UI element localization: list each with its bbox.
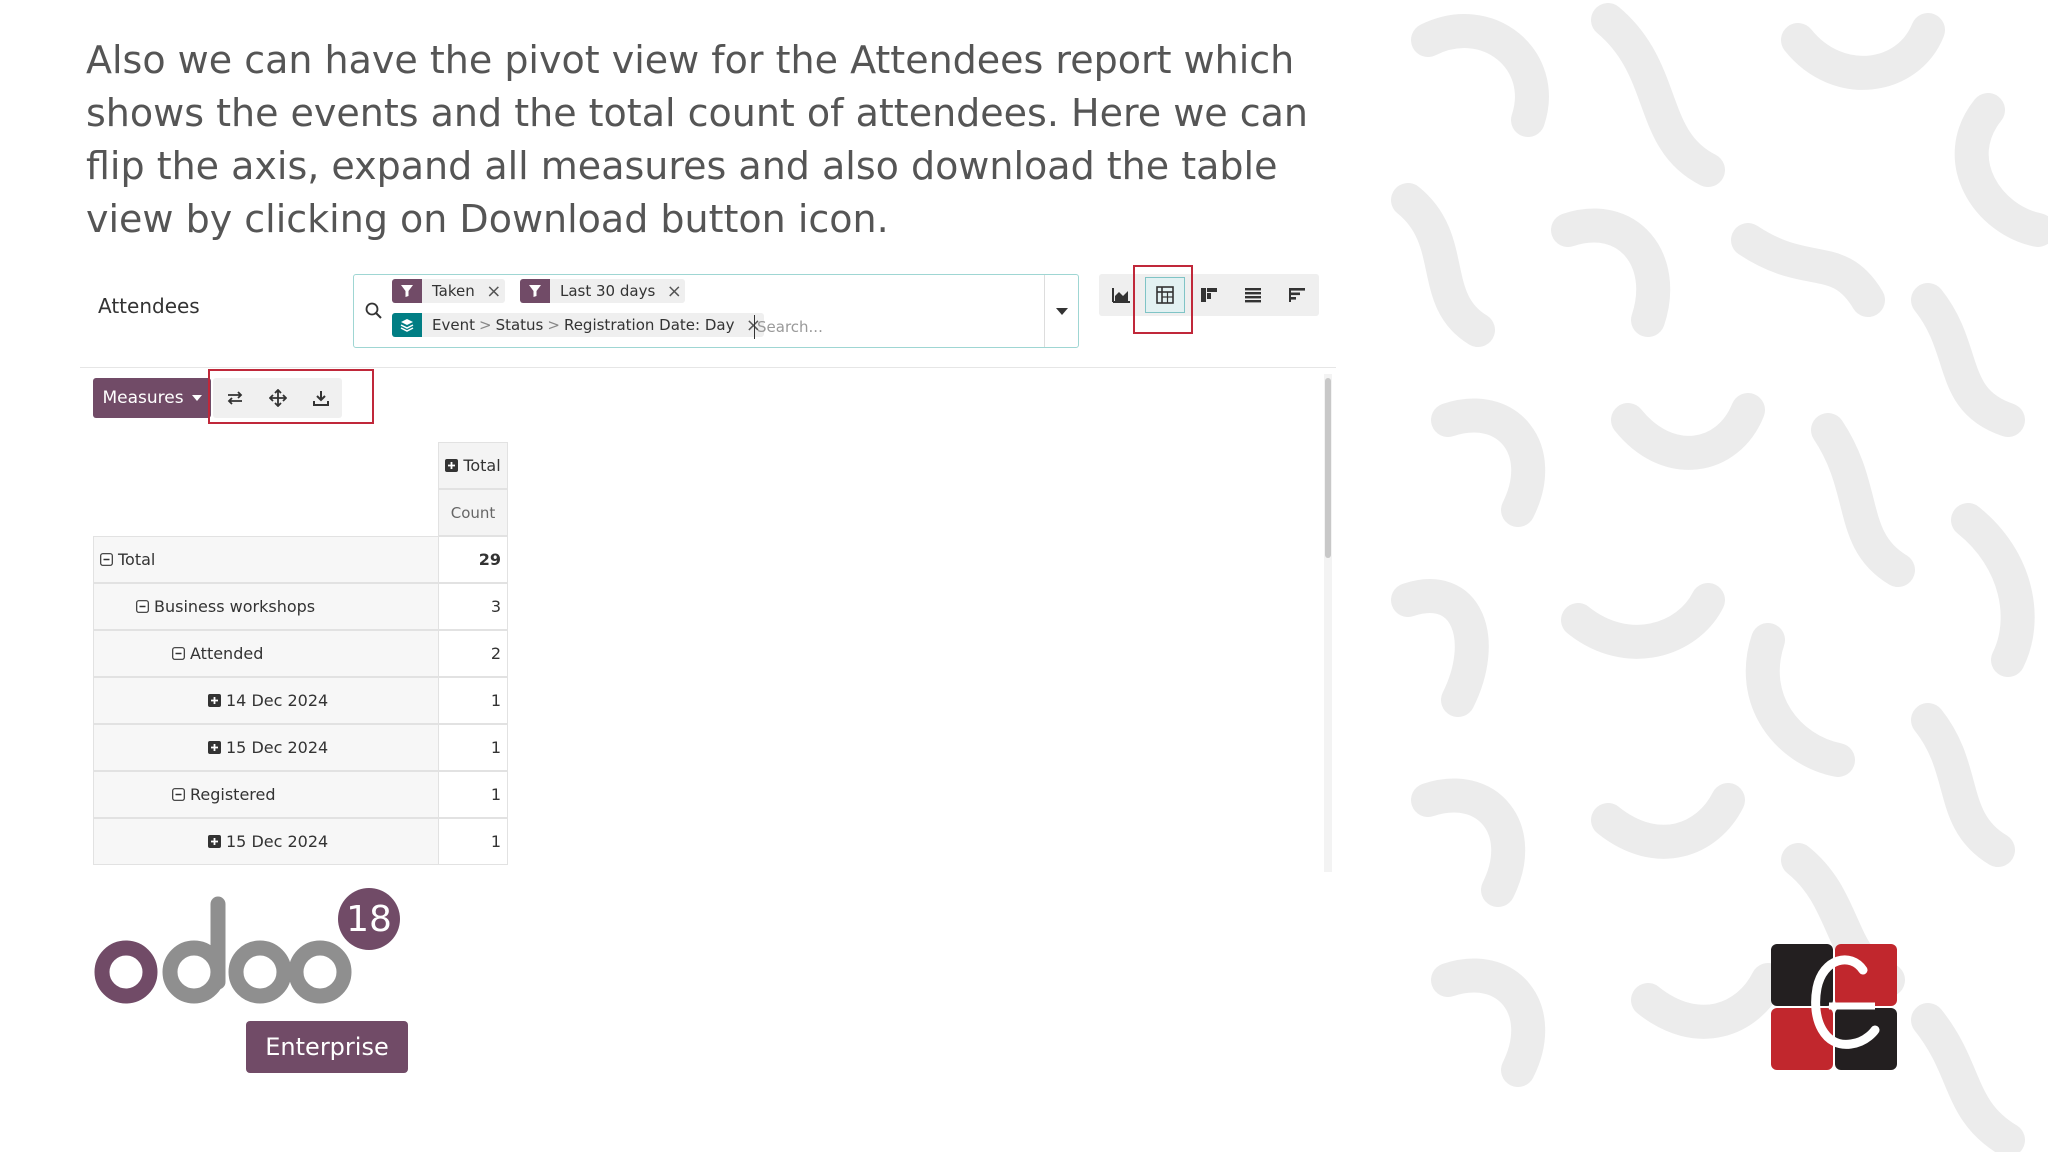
measures-label: Measures xyxy=(102,388,184,408)
row-label: 15 Dec 2024 xyxy=(226,832,329,851)
decorative-pattern xyxy=(1368,0,2048,1152)
pivot-corner xyxy=(93,442,438,537)
row-label: Business workshops xyxy=(154,597,316,616)
search-input[interactable] xyxy=(754,315,1024,339)
pivot-row-header[interactable]: Registered xyxy=(93,771,438,818)
list-view-button[interactable] xyxy=(1231,274,1275,316)
list-icon xyxy=(1245,288,1261,303)
pivot-cell-value[interactable]: 3 xyxy=(438,583,508,630)
row-label: Registered xyxy=(190,785,276,804)
pivot-row-header[interactable]: 15 Dec 2024 xyxy=(93,724,438,771)
gantt-view-button[interactable] xyxy=(1275,274,1319,316)
plus-square-icon xyxy=(208,694,221,707)
pivot-row-header[interactable]: 15 Dec 2024 xyxy=(93,818,438,865)
pivot-row-header[interactable]: 14 Dec 2024 xyxy=(93,677,438,724)
search-icon[interactable] xyxy=(364,301,384,321)
pivot-cell-value[interactable]: 2 xyxy=(438,630,508,677)
facet-taken[interactable]: Taken × xyxy=(392,279,505,303)
minus-square-icon xyxy=(100,553,113,566)
groupby-separator: > xyxy=(547,316,560,334)
groupby-event: Event xyxy=(432,316,475,334)
minus-square-icon xyxy=(136,600,149,613)
version-badge: 18 xyxy=(338,888,400,950)
highlight-box-pivot-view xyxy=(1133,265,1193,334)
area-chart-icon xyxy=(1112,288,1130,303)
measures-dropdown[interactable]: Measures xyxy=(93,378,211,418)
search-bar[interactable]: Taken × Last 30 days × Event > Status > Regi… xyxy=(353,274,1079,348)
layers-icon xyxy=(392,313,422,337)
caret-down-icon xyxy=(191,395,202,401)
pivot-cell-value[interactable]: 1 xyxy=(438,771,508,818)
page-title: Attendees xyxy=(98,294,200,318)
company-logo xyxy=(1771,944,1897,1070)
row-label: Total xyxy=(118,550,156,569)
pivot-cell-value[interactable]: 1 xyxy=(438,724,508,771)
pivot-measure-header[interactable]: Count xyxy=(438,489,508,536)
scrollbar-thumb[interactable] xyxy=(1325,378,1331,558)
filter-icon xyxy=(520,279,550,303)
pivot-cell-value[interactable]: 29 xyxy=(438,536,508,583)
facet-group-by[interactable]: Event > Status > Registration Date: Day × xyxy=(392,313,765,337)
facet-last-30-days[interactable]: Last 30 days × xyxy=(520,279,686,303)
groupby-status: Status xyxy=(495,316,544,334)
row-label: Attended xyxy=(190,644,264,663)
groupby-date: Registration Date: Day xyxy=(563,316,735,334)
minus-square-icon xyxy=(172,647,185,660)
facet-label: Event > Status > Registration Date: Day xyxy=(422,316,742,334)
pivot-cell-value[interactable]: 1 xyxy=(438,677,508,724)
pivot-row-header[interactable]: Total xyxy=(93,536,438,583)
col-header-label: Total xyxy=(463,456,501,475)
search-options-toggle[interactable] xyxy=(1044,275,1078,347)
remove-facet-icon[interactable]: × xyxy=(483,281,505,302)
facet-label: Taken xyxy=(432,282,475,300)
measure-label: Count xyxy=(450,503,496,522)
slide-caption: Also we can have the pivot view for the … xyxy=(86,38,1308,241)
row-label: 14 Dec 2024 xyxy=(226,691,329,710)
pivot-cell-value[interactable]: 1 xyxy=(438,818,508,865)
plus-square-icon xyxy=(445,459,459,472)
odoo-screenshot-panel: Attendees Taken × Last 30 days × Event >… xyxy=(80,262,1336,872)
kanban-icon xyxy=(1201,288,1217,302)
divider xyxy=(80,367,1336,368)
plus-square-icon xyxy=(208,741,221,754)
pivot-col-header[interactable]: Total xyxy=(438,442,508,489)
row-label: 15 Dec 2024 xyxy=(226,738,329,757)
pivot-row-header[interactable]: Attended xyxy=(93,630,438,677)
pivot-row-header[interactable]: Business workshops xyxy=(93,583,438,630)
filter-icon xyxy=(392,279,422,303)
groupby-separator: > xyxy=(478,316,492,334)
edition-badge: Enterprise xyxy=(246,1021,408,1073)
highlight-box-toolbar xyxy=(208,369,374,424)
kanban-view-button[interactable] xyxy=(1187,274,1231,316)
bars-icon xyxy=(1289,288,1305,302)
facet-label: Last 30 days xyxy=(560,282,656,300)
remove-facet-icon[interactable]: × xyxy=(663,281,685,302)
caret-down-icon xyxy=(1055,307,1068,315)
view-switcher xyxy=(1099,274,1319,316)
minus-square-icon xyxy=(172,788,185,801)
plus-square-icon xyxy=(208,835,221,848)
